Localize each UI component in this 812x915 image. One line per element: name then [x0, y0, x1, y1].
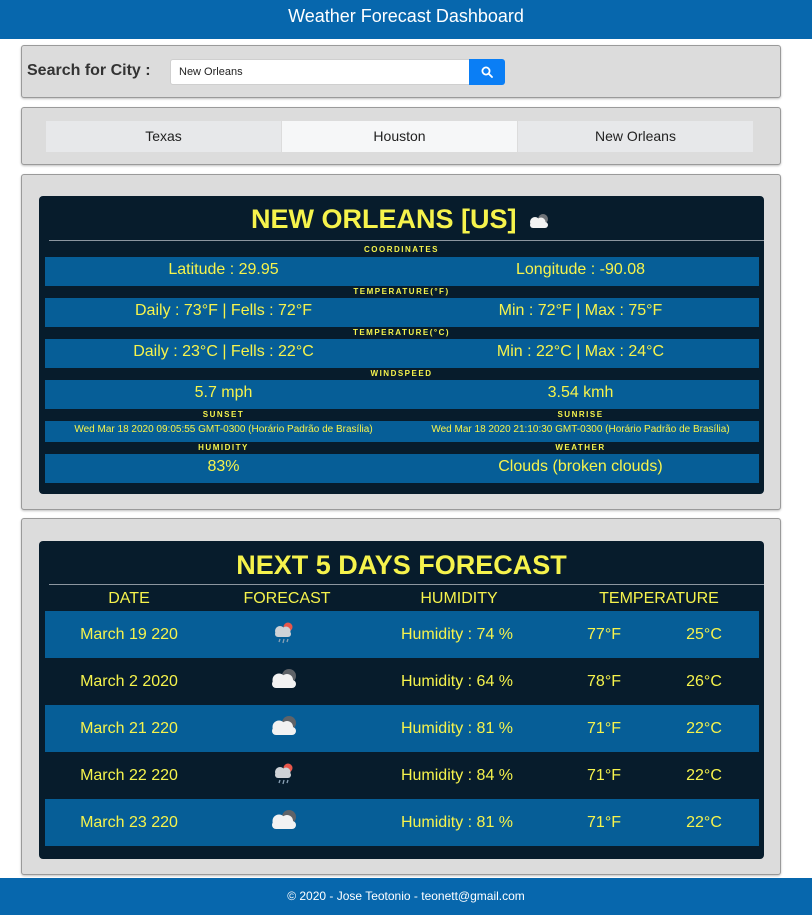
forecast-humidity: Humidity : 84 % [400, 767, 514, 784]
search-label: Search for City : [27, 62, 151, 79]
temperature-c-label: TEMPERATURE(°C) [352, 328, 451, 337]
forecast-temp-f: 71°F [587, 720, 621, 737]
forecast-temp-f: 77°F [587, 626, 621, 643]
app-header: Weather Forecast Dashboard [0, 0, 812, 39]
tab-houston[interactable]: Houston [282, 121, 517, 152]
forecast-row: March 22 220 Humidity : 84 % 71°F 22°C [45, 752, 759, 799]
windspeed-label: WINDSPEED [370, 369, 433, 378]
wind-mph: 5.7 mph [194, 384, 253, 401]
cloud-icon [267, 808, 301, 837]
search-panel: Search for City : [21, 45, 781, 98]
forecast-temp-c: 22°C [686, 767, 722, 784]
weather-value: Clouds (broken clouds) [498, 458, 663, 475]
rain-cloud-icon [271, 620, 297, 651]
forecast-temp-f: 78°F [587, 673, 621, 690]
forecast-temp-c: 25°C [686, 626, 722, 643]
forecast-date: March 23 220 [80, 814, 178, 831]
forecast-row: March 21 220 Humidity : 81 % 71°F 22°C [45, 705, 759, 752]
tab-texas[interactable]: Texas [46, 121, 281, 152]
forecast-humidity: Humidity : 74 % [400, 626, 514, 643]
daily-temp-c: Daily : 23°C | Fells : 22°C [133, 343, 314, 360]
humidity-label: HUMIDITY [198, 443, 249, 452]
divider [49, 584, 764, 585]
forecast-row: March 19 220 Humidity : 74 % 77°F 25°C [45, 611, 759, 658]
sunset-value: Wed Mar 18 2020 09:05:55 GMT-0300 (Horár… [74, 424, 373, 435]
current-weather-panel: NEW ORLEANS [US] COORDINATES Latitude : … [21, 174, 781, 510]
forecast-humidity: Humidity : 64 % [400, 673, 514, 690]
forecast-card: NEXT 5 DAYS FORECAST DATE FORECAST HUMID… [39, 541, 764, 859]
forecast-panel: NEXT 5 DAYS FORECAST DATE FORECAST HUMID… [21, 518, 781, 875]
forecast-temp-c: 22°C [686, 720, 722, 737]
forecast-title: NEXT 5 DAYS FORECAST [236, 550, 567, 580]
forecast-temp-c: 26°C [686, 673, 722, 690]
latitude-value: Latitude : 29.95 [168, 261, 279, 278]
forecast-date: March 22 220 [80, 767, 178, 784]
city-name: NEW ORLEANS [US] [250, 204, 517, 234]
page-title: Weather Forecast Dashboard [288, 6, 524, 26]
humidity-weather-row: 83% Clouds (broken clouds) [45, 454, 759, 483]
current-weather-card: NEW ORLEANS [US] COORDINATES Latitude : … [39, 196, 764, 494]
recent-cities-panel: Texas Houston New Orleans [21, 107, 781, 165]
footer-text: © 2020 - Jose Teotonio - teonett@gmail.c… [287, 889, 525, 903]
col-header-humidity: HUMIDITY [420, 590, 498, 607]
daily-temp-f: Daily : 73°F | Fells : 72°F [135, 302, 312, 319]
cloud-icon [267, 667, 301, 696]
temperature-c-row: Daily : 23°C | Fells : 22°C Min : 22°C |… [45, 339, 759, 368]
wind-kmh: 3.54 kmh [547, 384, 614, 401]
sunrise-label: SUNRISE [557, 410, 604, 419]
weather-label: WEATHER [555, 443, 606, 452]
forecast-date: March 19 220 [80, 626, 178, 643]
col-header-temperature: TEMPERATURE [599, 590, 719, 607]
city-title: NEW ORLEANS [US] [39, 204, 764, 235]
sunset-label: SUNSET [202, 410, 245, 419]
coordinates-row: Latitude : 29.95 Longitude : -90.08 [45, 257, 759, 286]
footer: © 2020 - Jose Teotonio - teonett@gmail.c… [0, 878, 812, 915]
rain-cloud-icon [271, 761, 297, 792]
temperature-f-row: Daily : 73°F | Fells : 72°F Min : 72°F |… [45, 298, 759, 327]
humidity-value: 83% [207, 458, 240, 475]
forecast-humidity: Humidity : 81 % [400, 720, 514, 737]
col-header-date: DATE [108, 590, 150, 607]
city-search-input[interactable] [170, 59, 470, 85]
col-header-forecast: FORECAST [243, 590, 331, 607]
forecast-temp-c: 22°C [686, 814, 722, 831]
sunrise-value: Wed Mar 18 2020 21:10:30 GMT-0300 (Horár… [431, 424, 730, 435]
forecast-row: March 2 2020 Humidity : 64 % 78°F 26°C [45, 658, 759, 705]
temperature-f-label: TEMPERATURE(°F) [353, 287, 450, 296]
search-icon [481, 66, 493, 78]
windspeed-row: 5.7 mph 3.54 kmh [45, 380, 759, 409]
forecast-row: March 23 220 Humidity : 81 % 71°F 22°C [45, 799, 759, 846]
coordinates-label: COORDINATES [363, 245, 440, 254]
sun-row: Wed Mar 18 2020 09:05:55 GMT-0300 (Horár… [45, 421, 759, 442]
divider [49, 240, 764, 241]
cloud-icon [530, 213, 548, 228]
forecast-humidity: Humidity : 81 % [400, 814, 514, 831]
forecast-date: March 2 2020 [80, 673, 178, 690]
forecast-temp-f: 71°F [587, 767, 621, 784]
minmax-temp-f: Min : 72°F | Max : 75°F [498, 302, 663, 319]
minmax-temp-c: Min : 22°C | Max : 24°C [496, 343, 665, 360]
cloud-icon [267, 714, 301, 743]
search-button[interactable] [469, 59, 505, 85]
forecast-date: March 21 220 [80, 720, 178, 737]
forecast-temp-f: 71°F [587, 814, 621, 831]
tab-new-orleans[interactable]: New Orleans [518, 121, 753, 152]
longitude-value: Longitude : -90.08 [516, 261, 645, 278]
